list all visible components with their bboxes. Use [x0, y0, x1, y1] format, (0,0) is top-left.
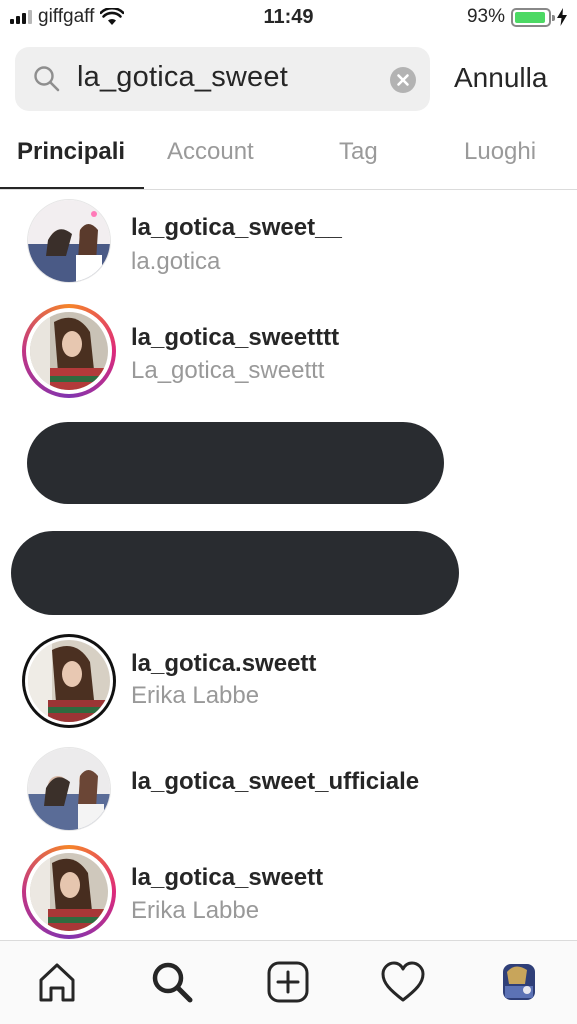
result-username: la_gotica_sweett	[131, 864, 324, 891]
avatar	[22, 634, 116, 728]
redacted-result-2	[11, 531, 459, 615]
tab-luoghi[interactable]: Luoghi	[464, 138, 536, 166]
result-username: la_gotica_sweet_ufficiale	[131, 768, 420, 795]
avatar-story-ring	[22, 845, 116, 939]
bottom-nav	[0, 940, 577, 1024]
battery-percent: 93%	[466, 6, 505, 27]
result-username: la_gotica_sweetttt	[131, 324, 340, 351]
cancel-button[interactable]: Annulla	[454, 62, 547, 94]
avatar-story-ring	[22, 304, 116, 398]
list-item[interactable]: la_gotica_sweett Erika Labbe	[0, 845, 577, 945]
search-icon[interactable]	[147, 957, 197, 1007]
battery-level	[515, 11, 545, 23]
status-bar: giffgaff 11:49 93%	[0, 0, 577, 38]
list-item[interactable]: la_gotica.sweett Erika Labbe	[0, 634, 577, 734]
active-tab-indicator	[0, 187, 144, 189]
result-full-name: La_gotica_sweettt	[131, 357, 325, 384]
activity-heart-icon[interactable]	[378, 957, 428, 1007]
list-item[interactable]: la_gotica_sweet__ la.gotica	[0, 194, 577, 294]
result-username: la_gotica.sweett	[131, 650, 317, 677]
search-icon	[33, 65, 61, 93]
battery-icon	[511, 7, 555, 27]
avatar	[22, 194, 116, 288]
list-item[interactable]: la_gotica_sweetttt La_gotica_sweettt	[0, 304, 577, 404]
profile-avatar[interactable]	[494, 957, 544, 1007]
result-full-name: la.gotica	[131, 248, 221, 275]
result-full-name: Erika Labbe	[131, 682, 260, 709]
tab-account[interactable]: Account	[167, 138, 254, 166]
redacted-result-1	[27, 422, 444, 504]
avatar	[22, 742, 116, 836]
tab-tag[interactable]: Tag	[339, 138, 378, 166]
list-item[interactable]: la_gotica_sweet_ufficiale	[0, 742, 577, 842]
result-full-name: Erika Labbe	[131, 897, 260, 924]
charging-bolt-icon	[557, 8, 567, 26]
search-tabs: Principali Account Tag Luoghi	[0, 126, 577, 190]
search-input[interactable]: la_gotica_sweet	[15, 47, 430, 111]
clear-search-icon[interactable]	[390, 67, 416, 93]
result-username: la_gotica_sweet__	[131, 214, 342, 241]
tab-principali[interactable]: Principali	[17, 138, 125, 166]
home-icon[interactable]	[32, 957, 82, 1007]
status-right: 93%	[467, 6, 567, 28]
add-post-icon[interactable]	[263, 957, 313, 1007]
search-query: la_gotica_sweet	[77, 61, 288, 93]
